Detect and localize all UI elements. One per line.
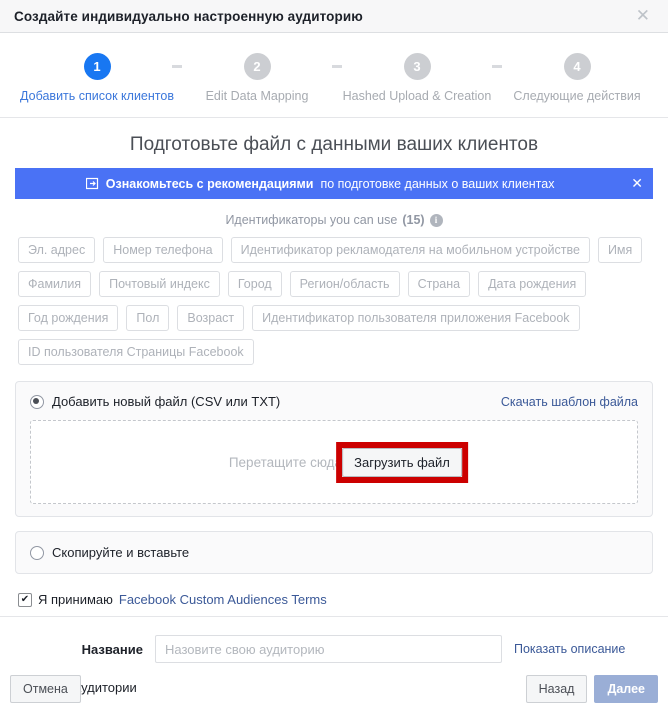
audience-name-label: Название [81,641,143,657]
step-1[interactable]: 1 Добавить список клиентов [20,53,174,103]
step-3[interactable]: 3 Hashed Upload & Creation [342,53,492,103]
step-4-label: Следующие действия [513,89,641,103]
banner-rest-text: по подготовке данных о ваших клиентах [320,176,555,191]
radio-add-new-file-indicator[interactable] [30,394,44,409]
step-connector-2 [332,65,342,68]
dialog-footer: Название Показать описание аудитории Отм… [0,616,668,710]
file-dropzone[interactable]: Перетащите сюда свой файл или Загрузить … [30,420,638,504]
back-button[interactable]: Назад [525,675,588,703]
identifiers-count: (15) [402,213,425,227]
identifier-tag: ID пользователя Страницы Facebook [18,339,254,365]
step-2[interactable]: 2 Edit Data Mapping [182,53,332,103]
copy-paste-card: Скопируйте и вставьте [15,531,653,574]
identifier-tag: Идентификатор рекламодателя на мобильном… [230,237,590,263]
identifier-tag: Эл. адрес [18,237,96,263]
external-link-icon [85,177,99,190]
audience-name-row: Название Показать описание [0,617,668,663]
next-button[interactable]: Далее [594,675,658,703]
step-4-circle: 4 [563,53,591,80]
step-1-circle: 1 [83,53,111,80]
step-connector-1 [172,65,182,68]
identifier-tag: Пол [126,305,170,331]
step-1-label: Добавить список клиентов [20,89,174,103]
radio-copy-paste[interactable]: Скопируйте и вставьте [30,545,638,560]
dialog-title: Создайте индивидуально настроенную аудит… [14,8,363,24]
banner-strong-text: Ознакомьтесь с рекомендациями [105,176,314,191]
identifiers-heading: Идентификаторы you can use [225,213,398,227]
identifier-tag: Имя [597,237,643,263]
step-connector-3 [492,65,502,68]
radio-add-new-file-label: Добавить новый файл (CSV или TXT) [52,394,281,409]
identifier-tag: Регион/область [289,271,400,297]
info-icon[interactable]: i [429,213,443,227]
step-2-label: Edit Data Mapping [205,89,309,103]
step-3-label: Hashed Upload & Creation [342,89,492,103]
identifier-tag-list: Эл. адрес Номер телефона Идентификатор р… [15,237,653,365]
recommendations-banner[interactable]: Ознакомьтесь с рекомендациями по подгото… [15,168,653,199]
identifiers-heading-row: Идентификаторы you can use (15) i [15,213,653,227]
step-4[interactable]: 4 Следующие действия [502,53,652,103]
identifier-tag: Идентификатор пользователя приложения Fa… [252,305,580,331]
banner-close-icon[interactable]: ✕ [625,177,643,191]
terms-checkbox[interactable] [18,592,32,607]
identifier-tag: Город [227,271,282,297]
close-icon[interactable]: ✕ [632,6,654,27]
upload-file-card: Добавить новый файл (CSV или TXT) Скачат… [15,381,653,517]
dialog-title-bar: Создайте индивидуально настроенную аудит… [0,0,668,33]
terms-row: Я принимаю Facebook Custom Audiences Ter… [15,592,653,607]
identifier-tag: Фамилия [18,271,92,297]
upload-file-button[interactable]: Загрузить файл [342,447,462,477]
radio-copy-paste-indicator[interactable] [30,545,44,560]
identifier-tag: Страна [407,271,471,297]
terms-text: Я принимаю [38,592,113,607]
step-3-circle: 3 [403,53,431,80]
step-2-circle: 2 [243,53,271,80]
page-title: Подготовьте файл с данными ваших клиенто… [129,134,539,155]
identifier-tag: Год рождения [18,305,119,331]
show-description-link[interactable]: Показать описание [514,642,625,656]
radio-copy-paste-label: Скопируйте и вставьте [52,545,190,560]
cancel-button[interactable]: Отмена [10,675,81,703]
identifier-tag: Возраст [177,305,245,331]
dialog-body: Подготовьте файл с данными ваших клиенто… [0,134,668,607]
radio-add-new-file[interactable]: Добавить новый файл (CSV или TXT) [30,394,280,409]
upload-button-highlight: Загрузить файл [336,441,468,483]
audience-name-input[interactable] [155,635,502,663]
identifier-tag: Почтовый индекс [99,271,220,297]
identifier-tag: Номер телефона [103,237,223,263]
terms-link[interactable]: Facebook Custom Audiences Terms [119,592,327,607]
footer-button-row: Отмена Назад Далее [0,675,668,703]
wizard-stepper: 1 Добавить список клиентов 2 Edit Data M… [0,33,668,118]
identifier-tag: Дата рождения [478,271,587,297]
download-template-link[interactable]: Скачать шаблон файла [501,395,638,409]
